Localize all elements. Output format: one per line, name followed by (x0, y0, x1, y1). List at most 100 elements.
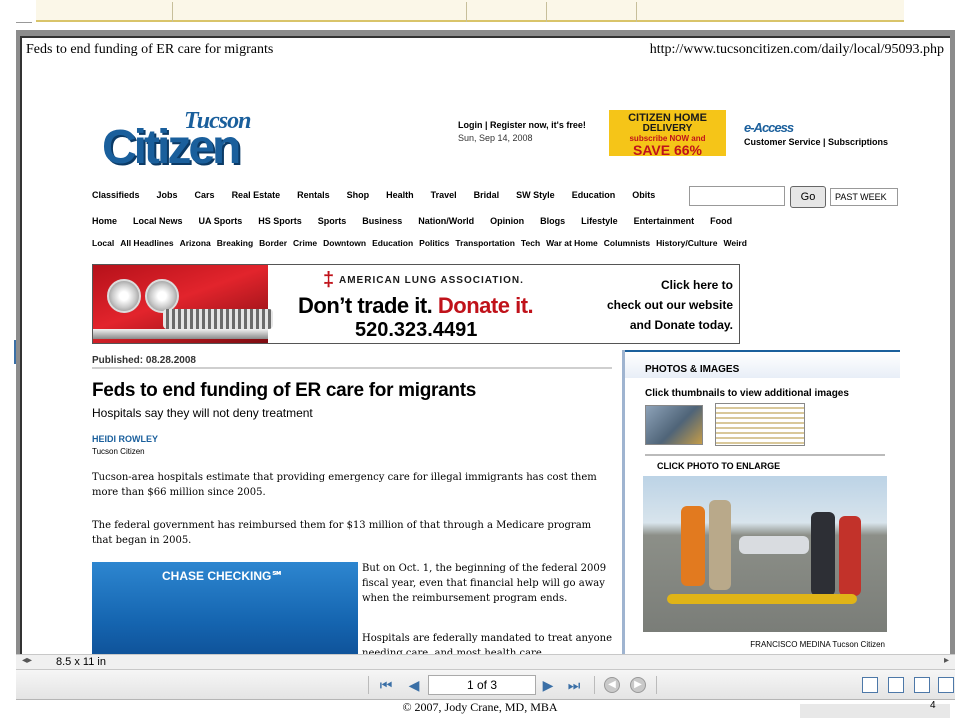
lung-cross-icon: ‡ (323, 269, 335, 291)
nav-item[interactable]: SW Style (516, 190, 555, 200)
nav-item[interactable]: Education (372, 238, 413, 248)
nav-item[interactable]: Real Estate (232, 190, 281, 200)
nav-item[interactable]: Columnists (604, 238, 650, 248)
tertiary-nav: Local All Headlines Arizona Breaking Bor… (92, 238, 747, 248)
article-subhead: Hospitals say they will not deny treatme… (92, 406, 313, 420)
banner-cta-line: Click here to (660, 278, 733, 292)
date-range-select[interactable]: PAST WEEK (830, 188, 898, 206)
nav-item[interactable]: UA Sports (199, 216, 243, 226)
e-access-logo[interactable]: e-Access (744, 120, 794, 135)
customer-service-link[interactable]: Customer Service | Subscriptions (744, 137, 888, 147)
nav-item[interactable]: Classifieds (92, 190, 140, 200)
nav-item[interactable]: Jobs (157, 190, 178, 200)
author-link[interactable]: HEIDI ROWLEY (92, 434, 158, 444)
previous-page-icon[interactable]: ◀ (404, 675, 424, 695)
banner-cta-line: and Donate today. (629, 318, 733, 332)
banner-cta: Click here to check out our website and … (583, 275, 733, 335)
first-page-icon[interactable]: ⏮ (376, 675, 396, 695)
back-icon[interactable]: ◀ (604, 677, 620, 693)
nav-item[interactable]: Food (710, 216, 732, 226)
page-header-url[interactable]: http://www.tucsoncitizen.com/daily/local… (650, 42, 944, 58)
nav-item[interactable]: Crime (293, 238, 317, 248)
nav-item[interactable]: Tech (521, 238, 540, 248)
nav-item[interactable]: Lifestyle (581, 216, 618, 226)
nav-item[interactable]: Rentals (297, 190, 330, 200)
nav-item[interactable]: HS Sports (258, 216, 302, 226)
nav-item[interactable]: Local (92, 238, 114, 248)
forward-icon[interactable]: ▶ (630, 677, 646, 693)
nav-item[interactable]: Education (572, 190, 616, 200)
lung-association-banner-ad[interactable]: ‡ AMERICAN LUNG ASSOCIATION. Don’t trade… (92, 264, 740, 344)
corner-logo (800, 704, 950, 718)
nav-item[interactable]: Business (362, 216, 402, 226)
article-paragraph: But on Oct. 1, the beginning of the fede… (362, 563, 607, 604)
divider (92, 367, 612, 369)
article-paragraph: Hospitals are federally mandated to trea… (362, 633, 612, 654)
banner-org: AMERICAN LUNG ASSOCIATION. (339, 275, 524, 286)
nav-item[interactable]: Obits (632, 190, 655, 200)
page-number-input[interactable]: 1 of 3 (428, 675, 536, 695)
continuous-facing-view-icon[interactable] (938, 677, 954, 693)
logo-citizen: Citizen (102, 121, 241, 174)
nav-item[interactable]: All Headlines (120, 238, 173, 248)
two-page-view-icon[interactable] (914, 677, 930, 693)
banner-slogan: Don’t trade it. Donate it. (298, 293, 534, 319)
page-header-title: Feds to end funding of ER care for migra… (26, 42, 274, 57)
nav-item[interactable]: Shop (347, 190, 370, 200)
masthead-date: Sun, Sep 14, 2008 (458, 133, 533, 143)
nav-item[interactable]: Border (259, 238, 287, 248)
nav-item[interactable]: Health (386, 190, 414, 200)
nav-item[interactable]: Entertainment (634, 216, 695, 226)
divider (645, 454, 885, 456)
home-delivery-ad[interactable]: CITIZEN HOME DELIVERY subscribe NOW and … (609, 110, 726, 157)
nav-item[interactable]: Nation/World (418, 216, 474, 226)
nav-item[interactable]: Breaking (217, 238, 253, 248)
nav-item[interactable]: Bridal (474, 190, 500, 200)
nav-item[interactable]: Cars (195, 190, 215, 200)
single-page-view-icon[interactable] (862, 677, 878, 693)
nav-item[interactable]: War at Home (546, 238, 598, 248)
photos-panel: PHOTOS & IMAGES Click thumbnails to view… (622, 350, 900, 654)
scroll-right-icon[interactable]: ▸ (944, 655, 949, 666)
nav-item[interactable]: Arizona (180, 238, 211, 248)
chase-ad-text: CHASE CHECKING℠ (162, 569, 284, 583)
photo-thumbnail[interactable] (645, 405, 703, 445)
nav-item[interactable]: Weird (723, 238, 746, 248)
divider (16, 22, 32, 23)
nav-item[interactable]: History/Culture (656, 238, 717, 248)
login-link[interactable]: Login | Register now, it's free! (458, 120, 586, 130)
banner-phone: 520.323.4491 (355, 319, 478, 341)
paper-size: 8.5 x 11 in (56, 656, 106, 668)
nav-item[interactable]: Blogs (540, 216, 565, 226)
delivery-line-2: DELIVERY (642, 123, 693, 134)
banner-cta-line: check out our website (606, 298, 733, 312)
nav-item[interactable]: Opinion (490, 216, 524, 226)
banner-slogan-a: Don’t trade it. (298, 293, 433, 318)
top-strip (0, 0, 960, 30)
document-viewer[interactable]: Feds to end funding of ER care for migra… (16, 30, 955, 654)
nav-item[interactable]: Transportation (455, 238, 515, 248)
nav-item[interactable]: Politics (419, 238, 449, 248)
article-headline: Feds to end funding of ER care for migra… (92, 380, 477, 401)
next-page-icon[interactable]: ▶ (538, 675, 558, 695)
table-thumbnail[interactable] (715, 403, 805, 446)
chase-checking-ad[interactable]: CHASE CHECKING℠ (92, 562, 358, 654)
nav-item[interactable]: Sports (318, 216, 347, 226)
page-navigation-toolbar: ⏮ ◀ 1 of 3 ▶ ⏭ ◀ ▶ (16, 670, 955, 700)
last-page-icon[interactable]: ⏭ (564, 675, 584, 695)
main-photo[interactable] (643, 476, 887, 632)
nav-item[interactable]: Travel (431, 190, 457, 200)
primary-nav: Classifieds Jobs Cars Real Estate Rental… (92, 190, 655, 200)
go-button[interactable]: Go (790, 186, 826, 208)
nav-item[interactable]: Local News (133, 216, 183, 226)
toolbar-strip (36, 0, 904, 22)
nav-item[interactable]: Home (92, 216, 117, 226)
photos-hint: Click thumbnails to view additional imag… (645, 388, 849, 399)
slide-number: 4 (930, 700, 936, 711)
search-input[interactable] (689, 186, 785, 206)
nav-item[interactable]: Downtown (323, 238, 366, 248)
split-arrows-icon[interactable]: ◂▸ (22, 655, 32, 666)
tucson-citizen-logo[interactable]: Tucson Citizen (102, 108, 272, 174)
continuous-view-icon[interactable] (888, 677, 904, 693)
document-page: Feds to end funding of ER care for migra… (20, 36, 950, 654)
